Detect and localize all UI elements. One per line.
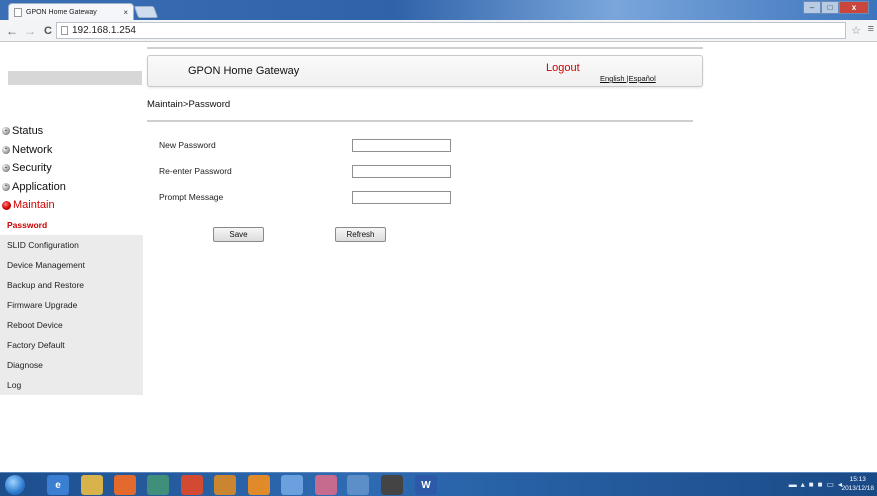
address-bar[interactable]: 192.168.1.254 bbox=[56, 22, 846, 39]
browser-menu-icon[interactable]: ≡ bbox=[868, 23, 874, 35]
new-tab-button[interactable] bbox=[133, 6, 159, 18]
new-password-label: New Password bbox=[159, 140, 216, 150]
submenu-item-reboot-device[interactable]: Reboot Device bbox=[0, 315, 143, 335]
refresh-button[interactable]: Refresh bbox=[335, 227, 386, 242]
user-app-icon[interactable] bbox=[315, 475, 337, 495]
tray-icon[interactable]: ▬ bbox=[789, 480, 797, 489]
sidebar-item-application[interactable]: + Application bbox=[0, 178, 143, 197]
bookmark-star-icon[interactable]: ☆ bbox=[851, 24, 861, 37]
submenu-item-device-management[interactable]: Device Management bbox=[0, 255, 143, 275]
tab-close-icon[interactable]: × bbox=[123, 8, 128, 17]
page-icon bbox=[14, 7, 22, 17]
bullet-icon: + bbox=[2, 127, 10, 136]
powerpoint-icon[interactable] bbox=[248, 475, 270, 495]
close-window-icon[interactable]: x bbox=[839, 1, 869, 14]
browser-toolbar: ← → C 192.168.1.254 ☆ ≡ bbox=[0, 20, 877, 42]
tray-icon[interactable]: ■ bbox=[818, 480, 823, 489]
sidebar-item-network[interactable]: + Network bbox=[0, 141, 143, 160]
sidebar-menu: + Status + Network + Security + Applicat… bbox=[0, 122, 143, 395]
gateway-title: GPON Home Gateway bbox=[188, 65, 300, 77]
gateway-header: GPON Home Gateway Logout English |Españo… bbox=[147, 55, 703, 87]
bullet-icon bbox=[2, 200, 11, 210]
submenu-item-backup-restore[interactable]: Backup and Restore bbox=[0, 275, 143, 295]
sidebar-item-label: Status bbox=[12, 125, 44, 138]
bullet-icon: + bbox=[2, 145, 10, 154]
windows-taskbar: e W ▬ ▴ ■ ■ ▭ ◂ 15:13 2013/12/18 bbox=[0, 472, 877, 496]
clock-date: 2013/12/18 bbox=[841, 485, 874, 492]
prompt-message-input[interactable] bbox=[352, 191, 451, 204]
reenter-password-input[interactable] bbox=[352, 165, 451, 178]
submenu-item-firmware-upgrade[interactable]: Firmware Upgrade bbox=[0, 295, 143, 315]
sidebar-item-status[interactable]: + Status bbox=[0, 122, 143, 141]
breadcrumb: Maintain>Password bbox=[147, 99, 231, 110]
new-password-input[interactable] bbox=[352, 139, 451, 152]
system-tray: ▬ ▴ ■ ■ ▭ ◂ bbox=[789, 480, 842, 489]
tray-icon[interactable]: ■ bbox=[809, 480, 814, 489]
folder-icon[interactable] bbox=[81, 475, 103, 495]
submenu-item-factory-default[interactable]: Factory Default bbox=[0, 335, 143, 355]
bullet-icon: + bbox=[2, 182, 10, 191]
submenu-item-diagnose[interactable]: Diagnose bbox=[0, 355, 143, 375]
maintain-submenu: Password SLID Configuration Device Manag… bbox=[0, 214, 143, 395]
forward-arrow-icon[interactable]: → bbox=[24, 24, 36, 38]
header-divider bbox=[147, 47, 703, 49]
tab-title: GPON Home Gateway bbox=[26, 8, 97, 16]
bullet-icon: + bbox=[2, 164, 10, 173]
clock-time: 15:13 bbox=[849, 476, 866, 483]
sidebar-item-label: Application bbox=[12, 180, 66, 193]
network-icon[interactable]: ▭ bbox=[826, 480, 834, 489]
firefox-icon[interactable] bbox=[114, 475, 136, 495]
sidebar-item-security[interactable]: + Security bbox=[0, 159, 143, 178]
logout-link[interactable]: Logout bbox=[546, 62, 580, 74]
submenu-item-log[interactable]: Log bbox=[0, 375, 143, 395]
calculator-icon[interactable] bbox=[147, 475, 169, 495]
start-button-icon[interactable] bbox=[5, 475, 25, 495]
submenu-item-password[interactable]: Password bbox=[0, 214, 143, 235]
media-icon[interactable] bbox=[281, 475, 303, 495]
app-icon[interactable] bbox=[381, 475, 403, 495]
tray-arrow-icon[interactable]: ▴ bbox=[801, 480, 805, 489]
back-arrow-icon[interactable]: ← bbox=[6, 24, 18, 38]
sidebar-item-label: Network bbox=[12, 143, 53, 156]
content-divider bbox=[147, 120, 693, 122]
word-icon[interactable]: W bbox=[415, 475, 437, 495]
save-button[interactable]: Save bbox=[213, 227, 264, 242]
sidebar-item-maintain[interactable]: Maintain bbox=[0, 196, 143, 215]
language-links[interactable]: English |Español bbox=[600, 74, 656, 83]
minimize-icon[interactable]: – bbox=[803, 1, 821, 14]
sidebar-item-label: Security bbox=[12, 162, 52, 175]
window-controls: – □ x bbox=[803, 1, 869, 14]
prompt-message-label: Prompt Message bbox=[159, 192, 224, 202]
sidebar-item-label: Maintain bbox=[13, 199, 55, 212]
page-icon bbox=[61, 26, 68, 35]
browser-titlebar: GPON Home Gateway × – □ x bbox=[0, 0, 877, 20]
browser-tab[interactable]: GPON Home Gateway × bbox=[8, 3, 134, 20]
network-app-icon[interactable] bbox=[347, 475, 369, 495]
submenu-item-slid-configuration[interactable]: SLID Configuration bbox=[0, 235, 143, 255]
ie-icon[interactable]: e bbox=[47, 475, 69, 495]
reload-icon[interactable]: C bbox=[42, 25, 54, 37]
sidebar-header-bar bbox=[8, 71, 142, 85]
notebook-icon[interactable] bbox=[214, 475, 236, 495]
maximize-icon[interactable]: □ bbox=[821, 1, 839, 14]
url-text: 192.168.1.254 bbox=[72, 25, 136, 36]
clock[interactable]: 15:13 2013/12/18 bbox=[841, 475, 874, 493]
reenter-password-label: Re-enter Password bbox=[159, 166, 232, 176]
chrome-icon[interactable] bbox=[181, 475, 203, 495]
